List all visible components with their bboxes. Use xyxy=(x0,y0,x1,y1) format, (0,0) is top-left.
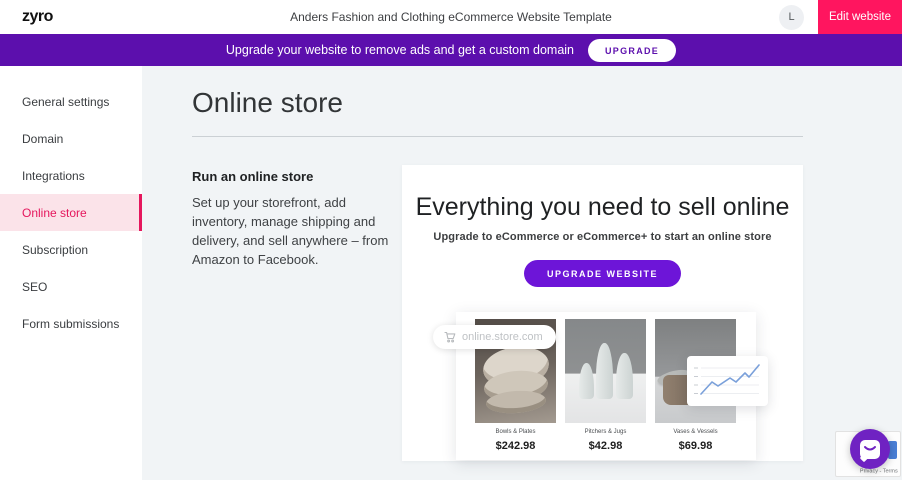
sidebar-item-general-settings[interactable]: General settings xyxy=(0,83,142,120)
sales-sparkline-chart xyxy=(687,356,768,406)
user-avatar[interactable]: L xyxy=(779,5,804,30)
main-content: Online store Run an online store Set up … xyxy=(142,66,902,480)
upgrade-promo-card: Everything you need to sell online Upgra… xyxy=(402,165,803,461)
promo-heading: Everything you need to sell online xyxy=(402,193,803,222)
sidebar-item-seo[interactable]: SEO xyxy=(0,268,142,305)
upgrade-banner-button[interactable]: UPGRADE xyxy=(588,39,676,62)
section-description: Set up your storefront, add inventory, m… xyxy=(192,193,404,269)
online-store-section: Run an online store Set up your storefro… xyxy=(192,169,404,269)
top-bar-right: L Edit website xyxy=(779,0,902,34)
settings-sidebar: General settings Domain Integrations Onl… xyxy=(0,66,142,480)
sales-chart-card xyxy=(687,356,768,406)
cart-icon xyxy=(444,331,456,343)
product-name: Bowls & Plates xyxy=(491,428,540,435)
title-divider xyxy=(192,136,803,137)
recaptcha-terms-text[interactable]: Privacy - Terms xyxy=(860,468,898,474)
page-title: Online store xyxy=(192,87,902,119)
edit-website-button[interactable]: Edit website xyxy=(818,0,902,34)
store-url-text: online.store.com xyxy=(462,331,543,343)
product-name: Vases & Vessels xyxy=(671,428,720,435)
product-price: $242.98 xyxy=(475,440,556,452)
chat-widget-button[interactable] xyxy=(850,429,890,469)
upgrade-banner: Upgrade your website to remove ads and g… xyxy=(0,34,902,66)
product-price: $69.98 xyxy=(655,440,736,452)
upgrade-banner-text: Upgrade your website to remove ads and g… xyxy=(226,43,574,57)
sidebar-item-domain[interactable]: Domain xyxy=(0,120,142,157)
section-heading: Run an online store xyxy=(192,169,404,184)
product-image-pitchers xyxy=(565,319,646,423)
product-name: Pitchers & Jugs xyxy=(581,428,630,435)
app-window: zyro Anders Fashion and Clothing eCommer… xyxy=(0,0,902,480)
upgrade-website-button[interactable]: UPGRADE WEBSITE xyxy=(524,260,681,287)
sidebar-item-online-store[interactable]: Online store xyxy=(0,194,142,231)
promo-subheading: Upgrade to eCommerce or eCommerce+ to st… xyxy=(402,231,803,243)
product-card: Pitchers & Jugs $42.98 xyxy=(565,319,646,460)
product-price: $42.98 xyxy=(565,440,646,452)
site-title: Anders Fashion and Clothing eCommerce We… xyxy=(0,10,902,24)
store-url-pill: online.store.com xyxy=(433,325,556,349)
zyro-logo[interactable]: zyro xyxy=(22,8,53,26)
sidebar-item-form-submissions[interactable]: Form submissions xyxy=(0,305,142,342)
sidebar-item-subscription[interactable]: Subscription xyxy=(0,231,142,268)
sidebar-item-integrations[interactable]: Integrations xyxy=(0,157,142,194)
chat-bubble-icon xyxy=(860,440,880,459)
top-bar: zyro Anders Fashion and Clothing eCommer… xyxy=(0,0,902,34)
